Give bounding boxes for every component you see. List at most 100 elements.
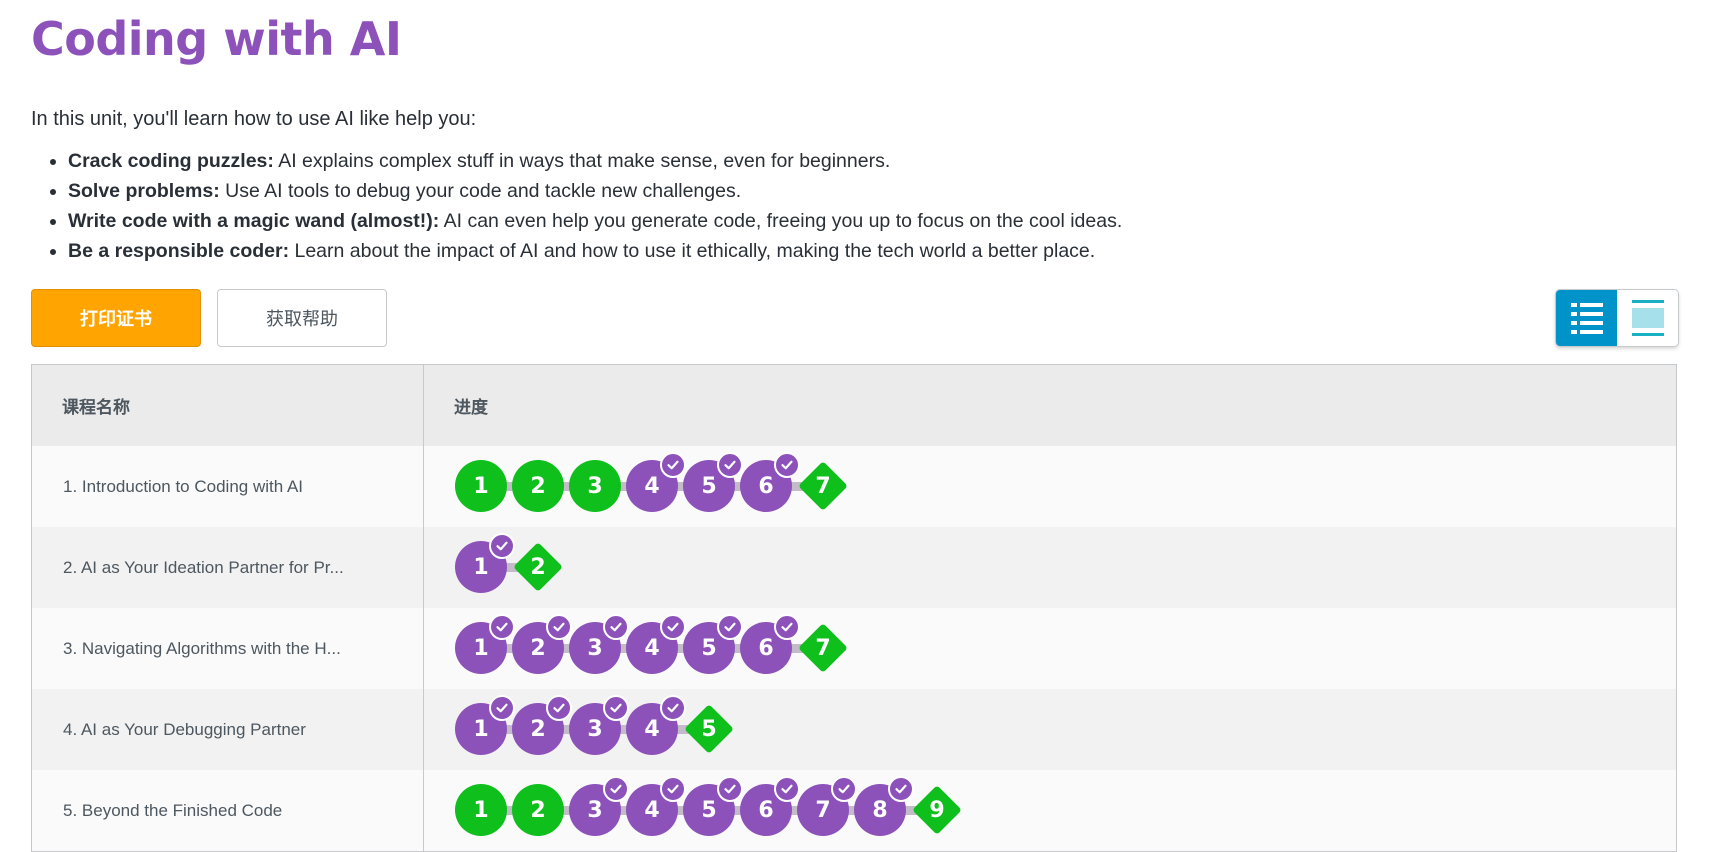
level-bubble[interactable]: 7	[797, 776, 857, 836]
progress-cell: 1 2 3 4 5	[423, 689, 1677, 770]
lesson-name-link[interactable]: 4. AI as Your Debugging Partner	[31, 689, 424, 770]
level-diamond[interactable]: 9	[912, 785, 962, 835]
level-number: 8	[872, 797, 888, 823]
progress-cell: 1 2 3 4 5 6 7	[423, 446, 1677, 527]
level-bubble[interactable]: 8	[854, 776, 914, 836]
level-number: 2	[530, 473, 546, 499]
level-number: 2	[530, 635, 546, 661]
level-number: 3	[587, 797, 603, 823]
checkmark-icon	[774, 776, 800, 802]
checkmark-icon	[489, 533, 515, 559]
level-bubble[interactable]: 3	[569, 776, 629, 836]
level-number: 5	[701, 635, 717, 661]
level-bubble[interactable]: 3	[569, 614, 629, 674]
level-bubble[interactable]: 5	[683, 776, 743, 836]
lesson-name-link[interactable]: 2. AI as Your Ideation Partner for Pr...	[31, 527, 424, 608]
level-number: 7	[815, 473, 831, 499]
bullet-bold: Be a responsible coder:	[68, 240, 290, 262]
level-bubble[interactable]: 4	[626, 452, 686, 512]
table-row: 3. Navigating Algorithms with the H... 1 2…	[31, 608, 1677, 689]
level-bubble[interactable]: 1	[455, 784, 507, 836]
level-bubble[interactable]: 3	[569, 460, 621, 512]
bullet-bold: Crack coding puzzles:	[68, 150, 274, 172]
print-certificate-button[interactable]: 打印证书	[31, 289, 201, 347]
progress-track: 1 2 3 4 5	[424, 689, 1676, 770]
level-number: 7	[815, 797, 831, 823]
checkmark-icon	[717, 776, 743, 802]
checkmark-icon	[888, 776, 914, 802]
page: Coding with AI In this unit, you'll lear…	[0, 0, 1710, 852]
progress-track: 1 2 3 4 5 6 7 8 9	[424, 770, 1676, 851]
table-row: 5. Beyond the Finished Code 1 2 3 4 5 6 7 8 9	[31, 770, 1677, 852]
level-number: 2	[530, 716, 546, 742]
level-number: 2	[530, 797, 546, 823]
page-title: Coding with AI	[31, 12, 402, 66]
intro-text: In this unit, you'll learn how to use AI…	[31, 108, 477, 130]
level-bubble[interactable]: 2	[512, 784, 564, 836]
table-row: 4. AI as Your Debugging Partner 1 2 3 4 5	[31, 689, 1677, 770]
level-number: 5	[701, 473, 717, 499]
get-help-button[interactable]: 获取帮助	[217, 289, 387, 347]
checkmark-icon	[603, 776, 629, 802]
level-bubble[interactable]: 1	[455, 533, 515, 593]
checkmark-icon	[603, 695, 629, 721]
level-number: 4	[644, 797, 660, 823]
level-bubble[interactable]: 4	[626, 695, 686, 755]
level-bubble[interactable]: 4	[626, 614, 686, 674]
checkmark-icon	[774, 452, 800, 478]
level-number: 6	[758, 473, 774, 499]
checkmark-icon	[489, 695, 515, 721]
bullet-text: AI can even help you generate code, free…	[439, 210, 1123, 232]
checkmark-icon	[774, 614, 800, 640]
checkmark-icon	[660, 776, 686, 802]
level-bubble[interactable]: 2	[512, 614, 572, 674]
button-row: 打印证书 获取帮助	[31, 289, 1710, 349]
list-detail-icon	[1570, 303, 1603, 334]
table-row: 2. AI as Your Ideation Partner for Pr...…	[31, 527, 1677, 608]
level-bubble[interactable]: 4	[626, 776, 686, 836]
level-bubble[interactable]: 2	[512, 460, 564, 512]
bullet-text: AI explains complex stuff in ways that m…	[273, 150, 891, 172]
table-header-row: 课程名称 进度	[31, 364, 1677, 446]
level-number: 7	[815, 635, 831, 661]
lesson-name-link[interactable]: 5. Beyond the Finished Code	[31, 770, 424, 852]
progress-cell: 1 2 3 4 5 6 7	[423, 608, 1677, 689]
summary-view-button[interactable]	[1617, 290, 1678, 346]
checkmark-icon	[660, 695, 686, 721]
progress-track: 1 2 3 4 5 6 7	[424, 446, 1676, 527]
level-diamond[interactable]: 5	[684, 704, 734, 754]
detail-view-button[interactable]	[1556, 290, 1617, 346]
level-bubble[interactable]: 2	[512, 695, 572, 755]
level-diamond[interactable]: 2	[513, 542, 563, 592]
level-number: 1	[473, 635, 489, 661]
level-bubble[interactable]: 1	[455, 695, 515, 755]
level-number: 4	[644, 716, 660, 742]
level-diamond[interactable]: 7	[798, 623, 848, 673]
level-number: 1	[473, 797, 489, 823]
level-number: 3	[587, 716, 603, 742]
progress-cell: 1 2 3 4 5 6 7 8 9	[423, 770, 1677, 852]
progress-cell: 12	[423, 527, 1677, 608]
level-diamond[interactable]: 7	[798, 461, 848, 511]
checkmark-icon	[546, 614, 572, 640]
header-progress: 进度	[423, 364, 1677, 446]
checkmark-icon	[489, 614, 515, 640]
level-bubble[interactable]: 6	[740, 776, 800, 836]
level-bubble[interactable]: 1	[455, 614, 515, 674]
header-lesson-name: 课程名称	[31, 364, 424, 446]
lesson-name-link[interactable]: 3. Navigating Algorithms with the H...	[31, 608, 424, 689]
level-bubble[interactable]: 1	[455, 460, 507, 512]
level-number: 9	[929, 797, 945, 823]
bullet-text: Learn about the impact of AI and how to …	[289, 240, 1096, 262]
level-bubble[interactable]: 5	[683, 614, 743, 674]
level-bubble[interactable]: 3	[569, 695, 629, 755]
level-bubble[interactable]: 6	[740, 614, 800, 674]
level-number: 2	[530, 554, 546, 580]
level-bubble[interactable]: 5	[683, 452, 743, 512]
checkmark-icon	[660, 452, 686, 478]
level-bubble[interactable]: 6	[740, 452, 800, 512]
progress-track: 1 2 3 4 5 6 7	[424, 608, 1676, 689]
lesson-name-link[interactable]: 1. Introduction to Coding with AI	[31, 446, 424, 527]
progress-track: 12	[424, 527, 1676, 608]
checkmark-icon	[717, 614, 743, 640]
